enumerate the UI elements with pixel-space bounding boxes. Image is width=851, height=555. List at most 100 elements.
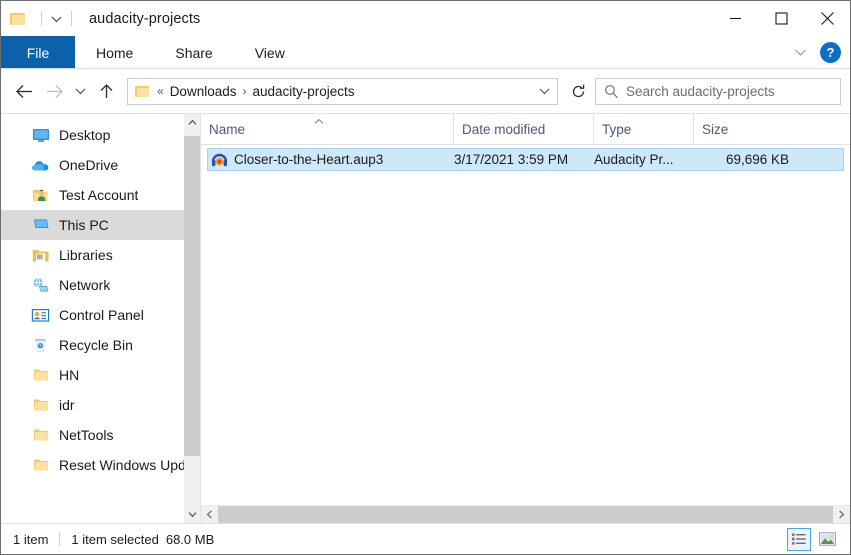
breadcrumb-overflow[interactable]: « [154, 84, 167, 98]
view-mode-buttons [787, 528, 850, 551]
status-selection: 1 item selected [71, 532, 158, 547]
window-controls [712, 1, 850, 36]
file-list-pane: Name Date modified Type Size [200, 114, 850, 523]
tab-share[interactable]: Share [154, 36, 233, 69]
column-header-label: Name [209, 122, 245, 137]
search-box[interactable] [595, 78, 841, 105]
file-list: Closer-to-the-Heart.aup3 3/17/2021 3:59 … [201, 145, 850, 505]
large-icons-view-button[interactable] [815, 528, 839, 551]
sidebar-item-libraries[interactable]: Libraries [1, 240, 200, 270]
address-bar[interactable]: « Downloads › audacity-projects [127, 78, 558, 105]
qat-divider [41, 11, 42, 26]
scroll-right-button[interactable] [833, 506, 850, 523]
minimize-button[interactable] [712, 1, 758, 36]
folder-icon [31, 367, 50, 384]
folder-icon [31, 427, 50, 444]
address-dropdown-icon[interactable] [531, 79, 557, 104]
forward-button[interactable] [39, 76, 69, 106]
recycle-bin-icon [31, 337, 50, 354]
file-name-cell: Closer-to-the-Heart.aup3 [208, 152, 454, 168]
help-button[interactable]: ? [820, 42, 841, 63]
sidebar-item-reset-windows-upd[interactable]: Reset Windows Upd [1, 450, 200, 480]
up-button[interactable] [91, 76, 121, 106]
file-type-cell: Audacity Pr... [594, 152, 694, 167]
sidebar-item-label: NetTools [59, 427, 113, 443]
refresh-button[interactable] [564, 78, 592, 105]
sidebar-item-desktop[interactable]: Desktop [1, 120, 200, 150]
tab-file[interactable]: File [1, 36, 75, 69]
navigation-list: Desktop OneDrive [1, 114, 200, 480]
close-button[interactable] [804, 1, 850, 36]
column-header-size[interactable]: Size [694, 114, 794, 144]
horizontal-scrollbar[interactable] [201, 505, 850, 523]
horizontal-scrollbar-thumb[interactable] [218, 506, 833, 523]
breadcrumb-item-downloads[interactable]: Downloads [167, 84, 240, 99]
sidebar-item-label: Libraries [59, 247, 113, 263]
control-panel-icon [31, 307, 50, 324]
column-header-date-modified[interactable]: Date modified [454, 114, 594, 144]
sidebar-item-onedrive[interactable]: OneDrive [1, 150, 200, 180]
sidebar-item-control-panel[interactable]: Control Panel [1, 300, 200, 330]
file-date-cell: 3/17/2021 3:59 PM [454, 152, 594, 167]
user-folder-icon [31, 187, 50, 204]
status-bar: 1 item 1 item selected 68.0 MB [1, 523, 850, 554]
breadcrumb-item-current[interactable]: audacity-projects [249, 84, 357, 99]
file-explorer-window: audacity-projects File Home Share View ? [0, 0, 851, 555]
folder-icon [31, 457, 50, 474]
status-divider [59, 532, 60, 547]
sidebar-item-label: Reset Windows Upd [59, 457, 186, 473]
tab-view[interactable]: View [234, 36, 306, 69]
quick-access-toolbar [1, 1, 80, 36]
recent-locations-button[interactable] [69, 76, 91, 106]
window-title: audacity-projects [89, 11, 200, 27]
scrollbar-thumb[interactable] [184, 136, 200, 456]
search-input[interactable] [626, 84, 840, 99]
file-name-label: Closer-to-the-Heart.aup3 [234, 152, 383, 167]
libraries-icon [31, 247, 50, 264]
sidebar-item-nettools[interactable]: NetTools [1, 420, 200, 450]
status-item-count: 1 item [13, 532, 48, 547]
sidebar-item-recycle-bin[interactable]: Recycle Bin [1, 330, 200, 360]
navigation-pane-scrollbar[interactable] [184, 114, 200, 523]
folder-icon [31, 397, 50, 414]
ribbon-collapse-icon[interactable] [789, 42, 811, 64]
back-button[interactable] [9, 76, 39, 106]
sidebar-item-test-account[interactable]: Test Account [1, 180, 200, 210]
onedrive-cloud-icon [31, 157, 50, 174]
breadcrumb-separator[interactable]: › [239, 84, 249, 98]
tab-home[interactable]: Home [75, 36, 154, 69]
navigation-pane: Desktop OneDrive [1, 114, 200, 523]
quick-access-dropdown-icon[interactable] [50, 15, 63, 23]
sidebar-item-this-pc[interactable]: This PC [1, 210, 200, 240]
sidebar-item-idr[interactable]: idr [1, 390, 200, 420]
search-icon [596, 84, 626, 99]
sidebar-item-label: idr [59, 397, 75, 413]
scroll-left-button[interactable] [201, 506, 218, 523]
sidebar-item-hn[interactable]: HN [1, 360, 200, 390]
maximize-button[interactable] [758, 1, 804, 36]
this-pc-icon [31, 217, 50, 234]
sidebar-item-network[interactable]: Network [1, 270, 200, 300]
column-headers: Name Date modified Type Size [201, 114, 850, 145]
column-header-name[interactable]: Name [201, 114, 454, 144]
details-view-button[interactable] [787, 528, 811, 551]
address-folder-icon [135, 85, 150, 97]
table-row[interactable]: Closer-to-the-Heart.aup3 3/17/2021 3:59 … [207, 148, 844, 171]
sidebar-item-label: OneDrive [59, 157, 118, 173]
network-icon [31, 277, 50, 294]
sidebar-item-label: Test Account [59, 187, 138, 203]
file-size-cell: 69,696 KB [694, 152, 798, 167]
sidebar-item-label: Desktop [59, 127, 110, 143]
ribbon-underline [1, 68, 850, 69]
status-selection-size: 68.0 MB [166, 532, 214, 547]
sidebar-item-label: Network [59, 277, 110, 293]
column-header-type[interactable]: Type [594, 114, 694, 144]
scrollbar-track[interactable] [184, 131, 200, 506]
window-folder-icon [10, 12, 26, 26]
scroll-up-button[interactable] [184, 114, 200, 131]
ribbon-tab-bar: File Home Share View ? [1, 36, 850, 69]
scroll-down-button[interactable] [184, 506, 200, 523]
sidebar-item-label: Recycle Bin [59, 337, 133, 353]
sort-ascending-icon [313, 113, 325, 128]
qat-divider-2 [71, 11, 72, 26]
